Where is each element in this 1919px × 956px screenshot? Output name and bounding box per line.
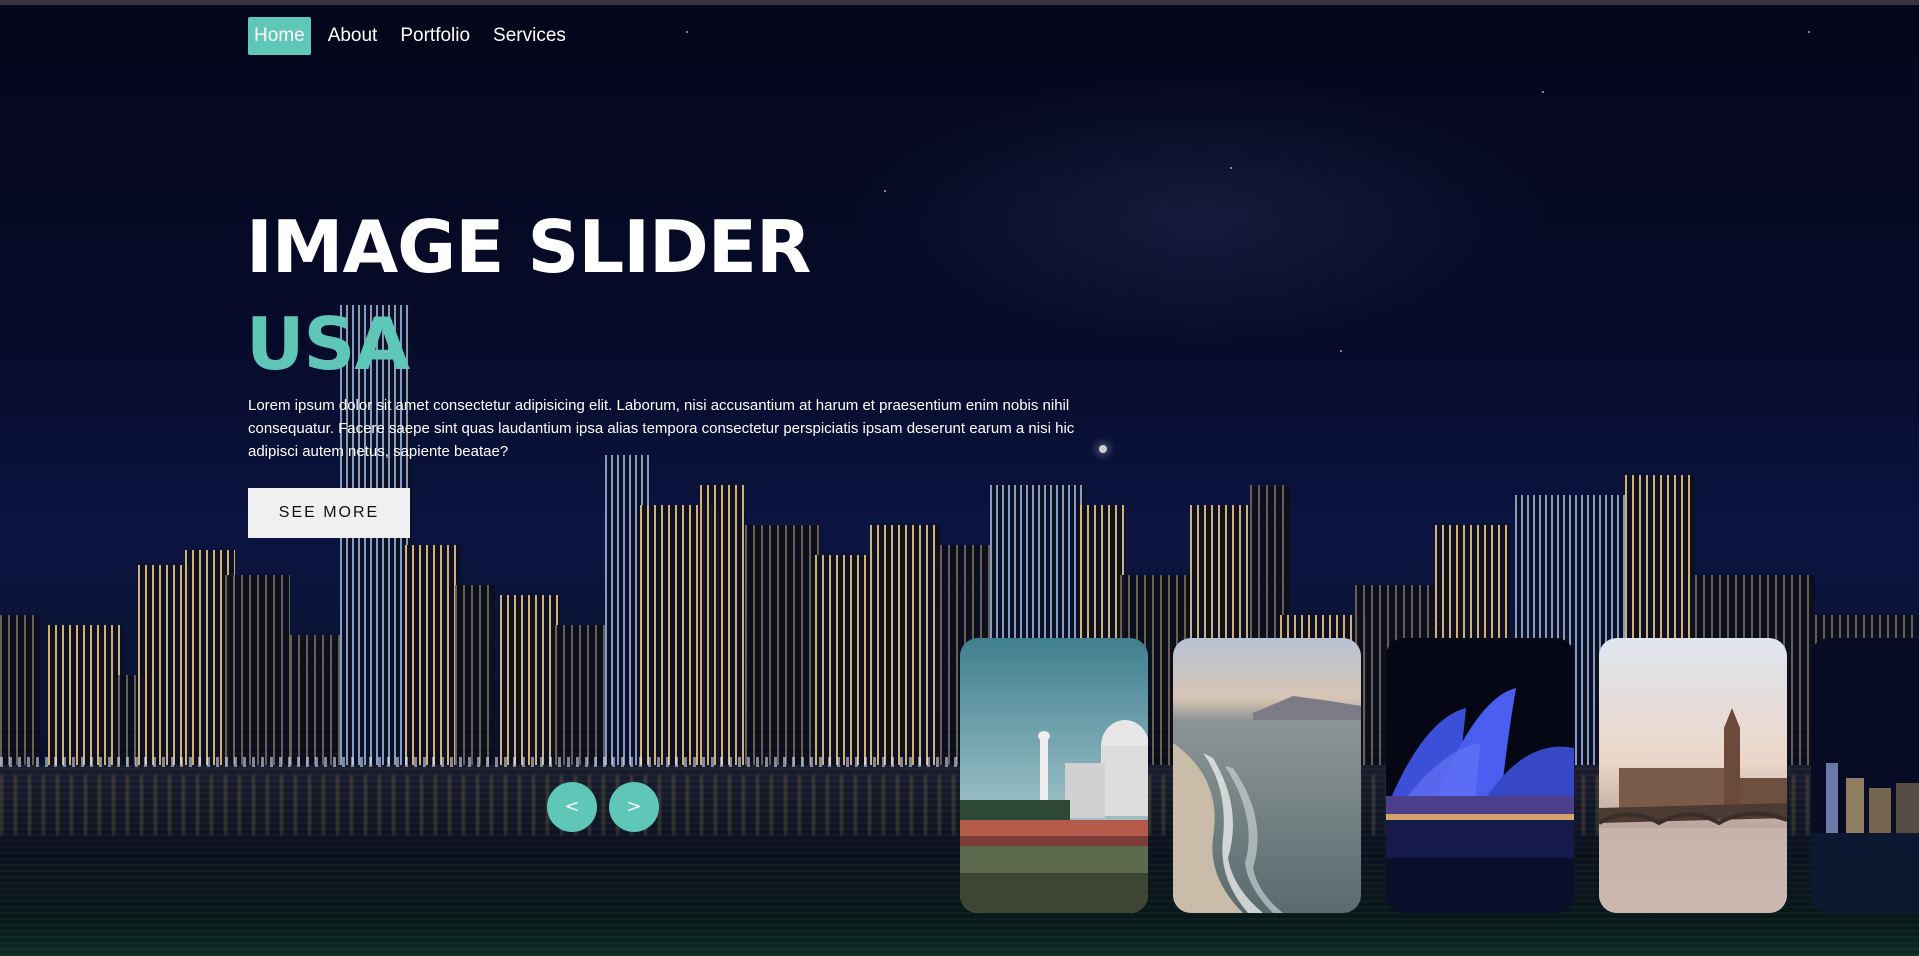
nav-item-services[interactable]: Services (487, 17, 572, 55)
star (1230, 167, 1232, 169)
star (884, 190, 886, 192)
main-nav: Home About Portfolio Services (248, 17, 583, 55)
star (1542, 91, 1544, 93)
hero-description: Lorem ipsum dolor sit amet consectetur a… (248, 397, 1075, 460)
shore-lights (0, 757, 960, 767)
star (686, 31, 688, 33)
slide-thumbnail-taj-mahal[interactable] (960, 638, 1148, 913)
hero-title: IMAGE SLIDER (246, 205, 811, 289)
chevron-right-icon: > (626, 796, 642, 817)
see-more-button[interactable]: SEE MORE (248, 488, 410, 538)
prev-slide-button[interactable]: < (547, 782, 597, 832)
chevron-left-icon: < (564, 796, 580, 817)
sky-mist (850, 75, 1550, 355)
star (1340, 350, 1342, 352)
opera-house-image (1386, 638, 1574, 913)
hero-subtitle: USA (246, 302, 410, 386)
next-slide-button[interactable]: > (609, 782, 659, 832)
slide-thumbnail-beach[interactable] (1173, 638, 1361, 913)
nav-item-about[interactable]: About (322, 17, 384, 55)
nav-item-home[interactable]: Home (248, 17, 311, 55)
star (1808, 31, 1810, 33)
slide-thumbnail-sydney-opera-house[interactable] (1386, 638, 1574, 913)
city-night-image (1811, 638, 1919, 913)
taj-mahal-image (960, 638, 1148, 913)
london-image (1599, 638, 1787, 913)
slide-thumbnail-city[interactable] (1811, 638, 1919, 913)
beach-image (1173, 638, 1361, 913)
slide-thumbnail-london[interactable] (1599, 638, 1787, 913)
nav-item-portfolio[interactable]: Portfolio (394, 17, 476, 55)
